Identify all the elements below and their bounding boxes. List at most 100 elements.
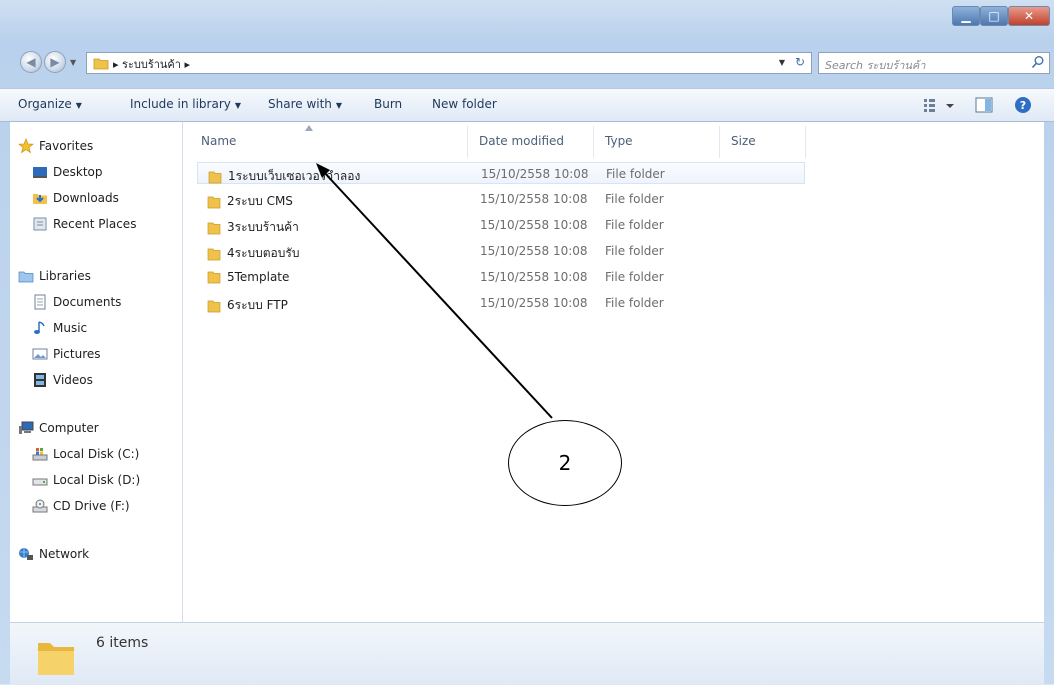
chevron-down-icon: ▼: [234, 101, 242, 110]
annotation-label: 2: [558, 451, 572, 475]
new-folder-button[interactable]: New folder: [432, 97, 497, 111]
preview-pane-icon[interactable]: [975, 97, 993, 113]
chevron-down-icon: ▼: [335, 101, 343, 110]
folder-icon: [93, 58, 109, 70]
search-input[interactable]: Search ระบบร้านค้า: [818, 52, 1050, 74]
item-count: 6 items: [96, 635, 149, 651]
address-bar[interactable]: ▸ ระบบร้านค้า ▸ ▼ ↻: [86, 52, 812, 74]
help-icon[interactable]: ?: [1015, 97, 1031, 113]
file-type: File folder: [605, 296, 664, 310]
sort-ascending-icon: [305, 125, 313, 131]
nav-libraries[interactable]: Libraries: [18, 268, 91, 284]
nav-computer[interactable]: Computer: [18, 420, 99, 436]
nav-cd-label: CD Drive (F:): [53, 499, 130, 513]
column-divider[interactable]: [467, 126, 468, 158]
nav-videos[interactable]: Videos: [32, 372, 93, 388]
nav-network-label: Network: [39, 547, 90, 561]
column-header-date[interactable]: Date modified: [479, 134, 564, 148]
nav-downloads[interactable]: Downloads: [32, 190, 119, 206]
nav-pictures[interactable]: Pictures: [32, 346, 101, 362]
file-type: File folder: [606, 167, 665, 181]
maximize-button[interactable]: □: [980, 6, 1008, 26]
nav-recent-places[interactable]: Recent Places: [32, 216, 136, 232]
column-divider[interactable]: [593, 126, 594, 158]
file-name: 5Template: [207, 270, 289, 284]
nav-disk-c-label: Local Disk (C:): [53, 447, 140, 461]
nav-pictures-label: Pictures: [53, 347, 101, 361]
nav-disk-d-label: Local Disk (D:): [53, 473, 141, 487]
file-type: File folder: [605, 270, 664, 284]
include-in-library-menu[interactable]: Include in library ▼: [130, 97, 241, 111]
recent-pages-dropdown-icon[interactable]: ▼: [70, 58, 76, 67]
file-row[interactable]: 3ระบบร้านค้า 15/10/2558 10:08 File folde…: [197, 214, 805, 236]
nav-videos-label: Videos: [53, 373, 93, 387]
nav-local-disk-d[interactable]: Local Disk (D:): [32, 472, 140, 488]
videos-icon: [32, 372, 48, 388]
network-icon: [18, 546, 34, 562]
column-divider[interactable]: [805, 126, 806, 158]
breadcrumb-item[interactable]: ระบบร้านค้า: [122, 58, 181, 71]
include-label: Include in library: [130, 97, 231, 111]
nav-music[interactable]: Music: [32, 320, 87, 336]
address-dropdown-icon[interactable]: ▼: [779, 58, 785, 67]
nav-local-disk-c[interactable]: Local Disk (C:): [32, 446, 139, 462]
organize-label: Organize: [18, 97, 72, 111]
nav-documents[interactable]: Documents: [32, 294, 121, 310]
breadcrumb[interactable]: ▸ ระบบร้านค้า ▸: [113, 55, 190, 73]
pictures-icon: [32, 346, 48, 362]
annotation-callout: 2: [508, 420, 622, 506]
computer-icon: [18, 420, 34, 436]
back-button[interactable]: ◀: [20, 51, 42, 73]
search-placeholder: Search ระบบร้านค้า: [825, 59, 926, 72]
change-view-icon[interactable]: [924, 99, 954, 112]
details-pane: 6 items: [10, 622, 1044, 685]
nav-desktop-label: Desktop: [53, 165, 103, 179]
nav-network[interactable]: Network: [18, 546, 89, 562]
file-type: File folder: [605, 218, 664, 232]
view-controls: ?: [924, 97, 1031, 113]
downloads-icon: [32, 190, 48, 206]
file-name-text: 1ระบบเว็บเซอเวอร์จำลอง: [228, 169, 361, 183]
column-header-type[interactable]: Type: [605, 134, 633, 148]
nav-downloads-label: Downloads: [53, 191, 119, 205]
nav-desktop[interactable]: Desktop: [32, 164, 103, 180]
file-row[interactable]: 5Template 15/10/2558 10:08 File folder: [197, 266, 805, 288]
folder-icon: [207, 196, 221, 208]
file-row[interactable]: 2ระบบ CMS 15/10/2558 10:08 File folder: [197, 188, 805, 210]
file-name: 6ระบบ FTP: [207, 296, 288, 315]
file-date: 15/10/2558 10:08: [480, 270, 588, 284]
nav-recent-label: Recent Places: [53, 217, 137, 231]
file-row[interactable]: 4ระบบตอบรับ 15/10/2558 10:08 File folder: [197, 240, 805, 262]
file-row[interactable]: 1ระบบเว็บเซอเวอร์จำลอง 15/10/2558 10:08 …: [197, 162, 805, 184]
file-date: 15/10/2558 10:08: [481, 167, 589, 181]
organize-menu[interactable]: Organize ▼: [18, 97, 82, 111]
file-name-text: 3ระบบร้านค้า: [227, 220, 299, 234]
file-type: File folder: [605, 192, 664, 206]
burn-button[interactable]: Burn: [374, 97, 402, 111]
cd-drive-icon: [32, 498, 48, 514]
column-header-name[interactable]: Name: [201, 134, 236, 148]
music-icon: [32, 320, 48, 336]
navigation-pane: Favorites Desktop Downloads Recent Place…: [10, 122, 183, 622]
column-header-size[interactable]: Size: [731, 134, 756, 148]
nav-cd-drive[interactable]: CD Drive (F:): [32, 498, 130, 514]
minimize-button[interactable]: ▁: [952, 6, 980, 26]
file-name-text: 5Template: [227, 270, 290, 284]
nav-favorites[interactable]: Favorites: [18, 138, 93, 154]
share-with-menu[interactable]: Share with ▼: [268, 97, 342, 111]
column-divider[interactable]: [719, 126, 720, 158]
file-list-pane: Name Date modified Type Size 1ระบบเว็บเซ…: [183, 122, 1044, 622]
forward-button[interactable]: ▶: [44, 51, 66, 73]
file-row[interactable]: 6ระบบ FTP 15/10/2558 10:08 File folder: [197, 292, 805, 314]
file-name-text: 6ระบบ FTP: [227, 298, 288, 312]
nav-documents-label: Documents: [53, 295, 122, 309]
search-icon[interactable]: [1031, 55, 1045, 69]
file-date: 15/10/2558 10:08: [480, 244, 588, 258]
nav-computer-label: Computer: [39, 421, 99, 435]
file-date: 15/10/2558 10:08: [480, 218, 588, 232]
refresh-icon[interactable]: ↻: [795, 55, 805, 69]
folder-icon: [38, 643, 74, 675]
file-date: 15/10/2558 10:08: [480, 296, 588, 310]
folder-icon: [207, 222, 221, 234]
close-button[interactable]: ✕: [1008, 6, 1050, 26]
